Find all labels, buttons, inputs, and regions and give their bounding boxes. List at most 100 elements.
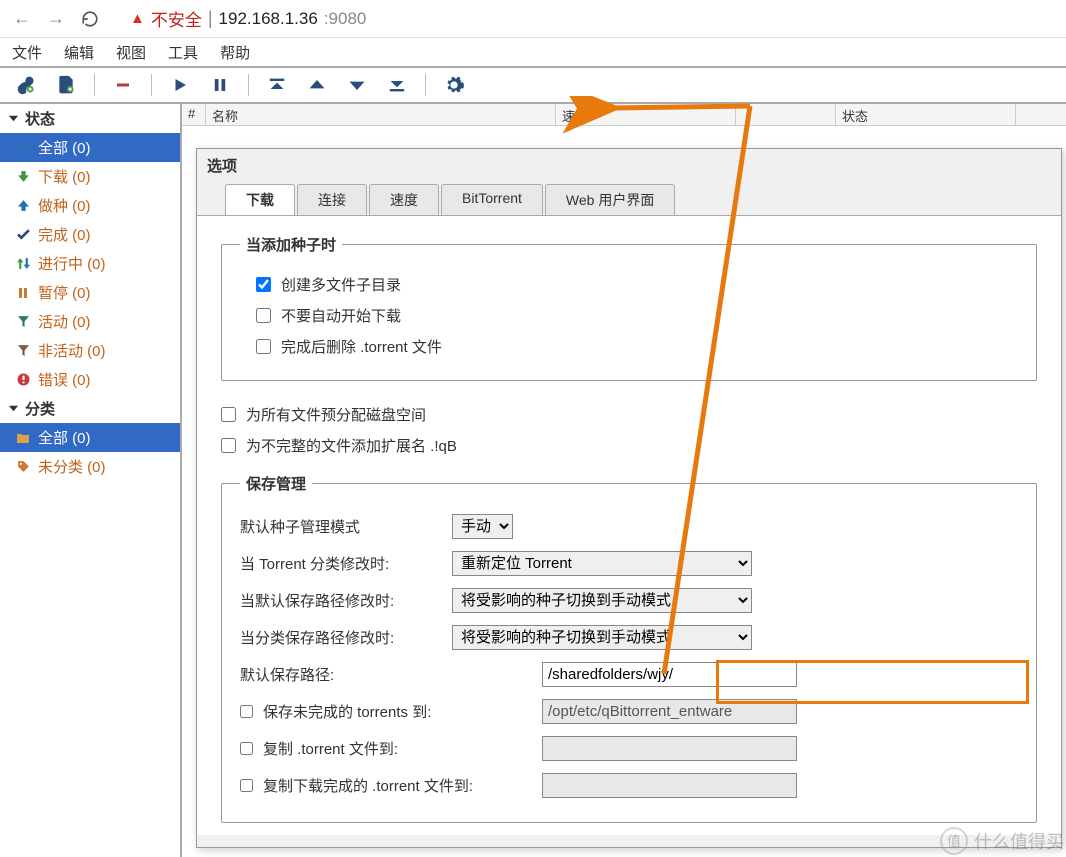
col-blank[interactable]	[736, 104, 836, 125]
label-copy-torrent: 复制 .torrent 文件到:	[263, 738, 398, 759]
port: :9080	[324, 9, 367, 29]
sidebar-status-item-3[interactable]: 完成 (0)	[0, 220, 180, 249]
label-preallocate: 为所有文件预分配磁盘空间	[246, 404, 426, 425]
toolbar-divider	[151, 74, 152, 96]
dialog-title: 选项	[197, 149, 1061, 184]
checkbox-copy-torrent[interactable]	[240, 742, 253, 755]
move-up-button[interactable]	[299, 70, 335, 100]
tab-speed[interactable]: 速度	[369, 184, 439, 215]
toolbar-divider	[248, 74, 249, 96]
sidebar-item-label: 活动 (0)	[38, 311, 91, 332]
menu-view[interactable]: 视图	[116, 42, 146, 63]
down-green-icon	[16, 170, 30, 184]
categories-header-label: 分类	[25, 398, 55, 419]
delete-button[interactable]	[105, 70, 141, 100]
status-header-label: 状态	[25, 108, 55, 129]
watermark-badge: 值	[940, 827, 968, 855]
updown-icon	[16, 257, 30, 271]
sidebar-item-label: 做种 (0)	[38, 195, 91, 216]
check-icon	[16, 228, 30, 242]
add-file-button[interactable]	[48, 70, 84, 100]
sidebar-categories-header[interactable]: 分类	[0, 394, 180, 423]
checkbox-incomplete-path[interactable]	[240, 705, 253, 718]
move-down-button[interactable]	[339, 70, 375, 100]
fieldset-add-torrent: 当添加种子时 创建多文件子目录 不要自动开始下载 完成后删除 .torrent …	[221, 234, 1037, 381]
label-create-subfolder: 创建多文件子目录	[281, 274, 401, 295]
input-copy-finished	[542, 773, 797, 798]
add-link-button[interactable]	[8, 70, 44, 100]
col-name[interactable]: 名称	[206, 104, 556, 125]
select-category-path-changed[interactable]: 将受影响的种子切换到手动模式	[452, 625, 752, 650]
options-dialog: 选项 下载 连接 速度 BitTorrent Web 用户界面 当添加种子时 创…	[196, 148, 1062, 848]
tag-icon	[16, 460, 30, 474]
sidebar-item-label: 全部 (0)	[38, 137, 91, 158]
sidebar-category-item-0[interactable]: 全部 (0)	[0, 423, 180, 452]
sidebar-status-item-2[interactable]: 做种 (0)	[0, 191, 180, 220]
label-delete-torrent: 完成后删除 .torrent 文件	[281, 336, 442, 357]
sidebar-item-label: 下载 (0)	[38, 166, 91, 187]
select-default-mode[interactable]: 手动	[452, 514, 513, 539]
forward-button[interactable]: →	[44, 7, 68, 31]
checkbox-incomplete-ext[interactable]	[221, 438, 236, 453]
select-category-changed[interactable]: 重新定位 Torrent	[452, 551, 752, 576]
sidebar-item-label: 非活动 (0)	[38, 340, 106, 361]
tab-connection[interactable]: 连接	[297, 184, 367, 215]
sidebar: 状态 全部 (0) 下载 (0) 做种 (0) 完成 (0) 进行中 (0) 暂停 (0)…	[0, 104, 182, 857]
input-default-save-path[interactable]	[542, 662, 797, 687]
insecure-icon: ▲	[130, 10, 145, 27]
move-top-button[interactable]	[259, 70, 295, 100]
settings-button[interactable]	[436, 70, 472, 100]
sidebar-item-label: 错误 (0)	[38, 369, 91, 390]
col-speed[interactable]: 速度	[556, 104, 736, 125]
tab-webui[interactable]: Web 用户界面	[545, 184, 675, 215]
label-default-save-path: 默认保存路径:	[240, 664, 530, 685]
checkbox-copy-finished[interactable]	[240, 779, 253, 792]
select-default-path-changed[interactable]: 将受影响的种子切换到手动模式	[452, 588, 752, 613]
sidebar-status-item-1[interactable]: 下载 (0)	[0, 162, 180, 191]
url-display[interactable]: ▲ 不安全 | 192.168.1.36:9080	[112, 6, 366, 31]
checkbox-no-autostart[interactable]	[256, 308, 271, 323]
sidebar-item-label: 全部 (0)	[38, 427, 91, 448]
label-category-changed: 当 Torrent 分类修改时:	[240, 553, 440, 574]
tab-bittorrent[interactable]: BitTorrent	[441, 184, 543, 215]
sidebar-status-item-7[interactable]: 非活动 (0)	[0, 336, 180, 365]
label-copy-finished: 复制下载完成的 .torrent 文件到:	[263, 775, 473, 796]
sidebar-category-item-1[interactable]: 未分类 (0)	[0, 452, 180, 481]
menu-edit[interactable]: 编辑	[64, 42, 94, 63]
menu-tools[interactable]: 工具	[168, 42, 198, 63]
input-copy-torrent	[542, 736, 797, 761]
error-icon	[16, 373, 30, 387]
sidebar-status-item-5[interactable]: 暂停 (0)	[0, 278, 180, 307]
menu-help[interactable]: 帮助	[220, 42, 250, 63]
col-status[interactable]: 状态	[836, 104, 1016, 125]
move-bottom-button[interactable]	[379, 70, 415, 100]
browser-address-bar: ← → ▲ 不安全 | 192.168.1.36:9080	[0, 0, 1066, 38]
sidebar-status-item-4[interactable]: 进行中 (0)	[0, 249, 180, 278]
watermark: 值 什么值得买	[940, 827, 1064, 855]
menu-file[interactable]: 文件	[12, 42, 42, 63]
col-index[interactable]: #	[182, 104, 206, 125]
tab-download[interactable]: 下载	[225, 184, 295, 215]
toolbar	[0, 68, 1066, 104]
checkbox-preallocate[interactable]	[221, 407, 236, 422]
label-default-mode: 默认种子管理模式	[240, 516, 440, 537]
sidebar-status-item-6[interactable]: 活动 (0)	[0, 307, 180, 336]
toolbar-divider	[425, 74, 426, 96]
down-blue-icon	[16, 141, 30, 155]
menu-bar: 文件 编辑 视图 工具 帮助	[0, 38, 1066, 68]
back-button[interactable]: ←	[10, 7, 34, 31]
sidebar-status-header[interactable]: 状态	[0, 104, 180, 133]
label-no-autostart: 不要自动开始下载	[281, 305, 401, 326]
sidebar-item-label: 进行中 (0)	[38, 253, 106, 274]
pause-button[interactable]	[202, 70, 238, 100]
sidebar-status-item-0[interactable]: 全部 (0)	[0, 133, 180, 162]
reload-button[interactable]	[78, 7, 102, 31]
resume-button[interactable]	[162, 70, 198, 100]
sidebar-status-item-8[interactable]: 错误 (0)	[0, 365, 180, 394]
fieldset-save-management: 保存管理 默认种子管理模式 手动 当 Torrent 分类修改时: 重新定位 T…	[221, 473, 1037, 823]
filter-grey-icon	[16, 344, 30, 358]
checkbox-create-subfolder[interactable]	[256, 277, 271, 292]
checkbox-delete-torrent[interactable]	[256, 339, 271, 354]
host: 192.168.1.36	[219, 9, 318, 29]
sidebar-item-label: 暂停 (0)	[38, 282, 91, 303]
